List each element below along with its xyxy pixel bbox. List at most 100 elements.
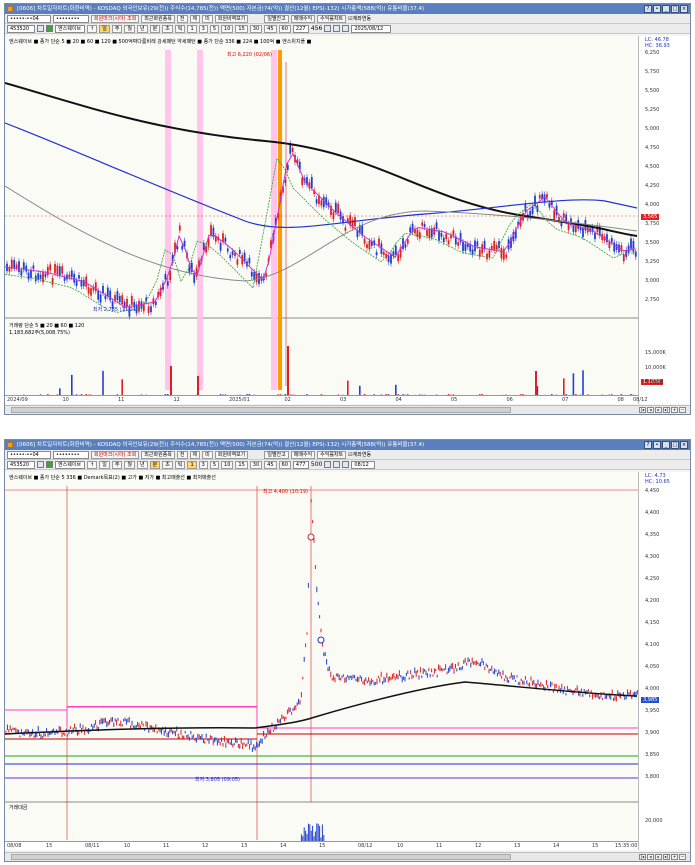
settings-icon[interactable] xyxy=(324,461,332,468)
price-chart-area[interactable]: 엔스웨이브 ■ 종가 단순 5 336 ■ Demark목표(2) ■ 고가 ■… xyxy=(5,472,690,850)
search-icon[interactable] xyxy=(37,461,44,468)
minute-3[interactable]: 3 xyxy=(198,460,208,469)
window-titlebar[interactable]: [0606] 차트일자차트(화환비역) - KOSDAQ 외국인보유(29(천)… xyxy=(5,4,690,14)
period-toggle[interactable]: ↑ xyxy=(87,460,98,469)
minute-30[interactable]: 30 xyxy=(249,460,263,469)
save-icon[interactable] xyxy=(333,461,341,468)
pending-button[interactable]: 미 xyxy=(202,450,213,459)
date-input[interactable]: 08/12 xyxy=(351,460,376,469)
nav-prev-icon[interactable]: ◂ xyxy=(647,854,654,860)
minute-10[interactable]: 10 xyxy=(221,460,234,469)
maximize-icon[interactable]: □ xyxy=(671,441,679,449)
all-button[interactable]: 체 xyxy=(189,14,201,23)
daily-balance-button[interactable]: 일별잔고 xyxy=(264,450,289,459)
minute-5[interactable]: 5 xyxy=(209,24,220,33)
password-field[interactable]: •••••••• xyxy=(53,14,89,23)
calendar-icon[interactable] xyxy=(342,25,350,32)
minute-60[interactable]: 60 xyxy=(278,460,291,469)
stock-code-input[interactable]: 453520 xyxy=(7,24,35,33)
zoom-out-icon[interactable]: − xyxy=(679,854,686,860)
account-field[interactable]: •••••-••04 xyxy=(7,14,51,23)
nav-first-icon[interactable]: |◂ xyxy=(639,854,646,860)
period-year[interactable]: 년 xyxy=(137,24,148,33)
account-link-checkbox[interactable]: ☑계좌연동 xyxy=(348,15,371,22)
period-second[interactable]: 초 xyxy=(162,24,173,33)
minute-15[interactable]: 15 xyxy=(235,24,248,33)
maximize-icon[interactable]: □ xyxy=(671,5,679,13)
minute-5[interactable]: 5 xyxy=(209,460,220,469)
prev-button[interactable]: 전 xyxy=(176,450,188,459)
zoom-out-icon[interactable]: − xyxy=(679,407,686,413)
zoom-in-icon[interactable]: + xyxy=(671,407,678,413)
scrollbar[interactable]: |◂ ◂ ▸ ▸| + − xyxy=(5,405,690,414)
trade-profit-button[interactable]: 매매수익 xyxy=(290,450,316,459)
nav-last-icon[interactable]: ▸| xyxy=(663,854,670,860)
minute-1[interactable]: 1 xyxy=(187,24,197,33)
scroll-thumb[interactable] xyxy=(11,407,511,413)
period-toggle[interactable]: ↑ xyxy=(87,24,98,33)
nav-next-icon[interactable]: ▸ xyxy=(655,854,662,860)
period-day[interactable]: 일 xyxy=(99,24,110,33)
period-year[interactable]: 년 xyxy=(137,460,148,469)
settings-icon[interactable] xyxy=(324,25,332,32)
data-count-input[interactable]: 477 xyxy=(292,460,309,469)
window-titlebar[interactable]: [0606] 차트일자차트(화환비역) - KOSDAQ 외국인보유(29(천)… xyxy=(5,440,690,450)
nav-next-icon[interactable]: ▸ xyxy=(655,407,662,413)
zoom-in-icon[interactable]: + xyxy=(671,854,678,860)
help-icon[interactable]: ? xyxy=(644,441,652,449)
period-minute[interactable]: 분 xyxy=(149,460,161,469)
nav-prev-icon[interactable]: ◂ xyxy=(647,407,654,413)
minimize-icon[interactable]: _ xyxy=(662,5,670,13)
period-week[interactable]: 주 xyxy=(111,24,123,33)
minute-30[interactable]: 30 xyxy=(249,24,263,33)
password-field[interactable]: •••••••• xyxy=(53,450,89,459)
period-tick[interactable]: 틱 xyxy=(174,24,186,33)
period-day[interactable]: 일 xyxy=(99,460,110,469)
scroll-thumb[interactable] xyxy=(11,854,511,860)
profit-chart-button[interactable]: 수익률차트 xyxy=(317,14,347,23)
close-icon[interactable]: × xyxy=(680,441,688,449)
calendar-icon[interactable] xyxy=(342,461,350,468)
pin-icon[interactable]: • xyxy=(653,441,661,449)
daily-balance-button[interactable]: 일별잔고 xyxy=(264,14,289,23)
pending-button[interactable]: 미 xyxy=(202,14,213,23)
recent-items-button[interactable]: 최근화원종목 xyxy=(141,14,175,23)
trade-profit-button[interactable]: 매매수익 xyxy=(290,14,316,23)
minimize-icon[interactable]: _ xyxy=(662,441,670,449)
stock-code-input[interactable]: 453520 xyxy=(7,460,35,469)
account-field[interactable]: •••••-••04 xyxy=(7,450,51,459)
all-button[interactable]: 체 xyxy=(189,450,201,459)
recent-items-button[interactable]: 최근화원종목 xyxy=(141,450,175,459)
account-link-checkbox[interactable]: ☑계좌연동 xyxy=(348,451,371,458)
price-chart-area[interactable]: 엔스웨이브 ■ 종가 단순 5 ■ 20 ■ 60 ■ 120 ■ 500억짜다… xyxy=(5,36,690,404)
pin-icon[interactable]: • xyxy=(653,5,661,13)
member-ratio-button[interactable]: 회원비역보기 xyxy=(214,14,249,23)
close-icon[interactable]: × xyxy=(680,5,688,13)
minute-15[interactable]: 15 xyxy=(235,460,248,469)
save-icon[interactable] xyxy=(333,25,341,32)
period-month[interactable]: 월 xyxy=(124,24,136,33)
period-week[interactable]: 주 xyxy=(111,460,123,469)
profit-chart-button[interactable]: 수익률차트 xyxy=(317,450,347,459)
member-query-button[interactable]: 회원마크(시아) 조회 xyxy=(91,14,140,23)
member-ratio-button[interactable]: 회원비역보기 xyxy=(214,450,249,459)
minute-1[interactable]: 1 xyxy=(187,460,197,469)
scrollbar[interactable]: |◂ ◂ ▸ ▸| + − xyxy=(5,852,690,861)
minute-10[interactable]: 10 xyxy=(221,24,234,33)
member-query-button[interactable]: 회원마크(시아) 조회 xyxy=(91,450,140,459)
minute-45[interactable]: 45 xyxy=(264,24,277,33)
help-icon[interactable]: ? xyxy=(644,5,652,13)
search-icon[interactable] xyxy=(37,25,44,32)
minute-45[interactable]: 45 xyxy=(264,460,277,469)
period-minute[interactable]: 분 xyxy=(149,24,161,33)
nav-last-icon[interactable]: ▸| xyxy=(663,407,670,413)
data-count-input[interactable]: 227 xyxy=(292,24,309,33)
prev-button[interactable]: 전 xyxy=(176,14,188,23)
period-tick[interactable]: 틱 xyxy=(174,460,186,469)
nav-first-icon[interactable]: |◂ xyxy=(639,407,646,413)
period-second[interactable]: 초 xyxy=(162,460,173,469)
period-month[interactable]: 월 xyxy=(124,460,136,469)
minute-3[interactable]: 3 xyxy=(198,24,208,33)
minute-60[interactable]: 60 xyxy=(278,24,291,33)
date-input[interactable]: 2025/08/12 xyxy=(351,24,392,33)
